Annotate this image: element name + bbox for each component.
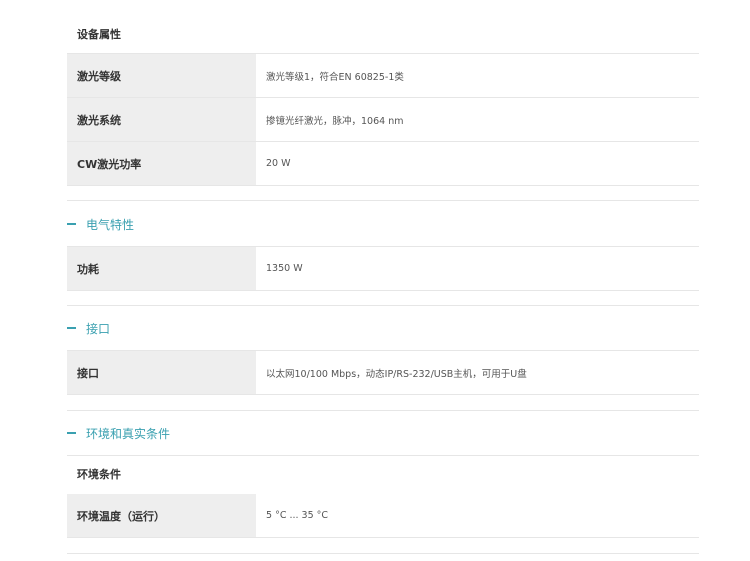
spec-value: 1350 W	[266, 263, 303, 274]
spec-value: 以太网10/100 Mbps，动态IP/RS-232/USB主机，可用于U盘	[266, 368, 527, 380]
spec-value: 20 W	[266, 158, 291, 169]
spec-row-power-consumption: 功耗 1350 W	[67, 247, 699, 291]
spec-value: 5 °C ... 35 °C	[266, 510, 329, 521]
environment-conditions-heading: 环境条件	[77, 468, 121, 481]
spec-row-cw-power: CW激光功率 20 W	[67, 142, 699, 186]
device-properties-heading: 设备属性	[77, 28, 121, 41]
spec-label: 环境温度（运行）	[67, 494, 256, 537]
section-title: 环境和真实条件	[86, 426, 171, 441]
spec-label: 接口	[67, 351, 256, 394]
section-toggle-electrical[interactable]: 电气特性	[67, 214, 134, 234]
divider	[67, 200, 699, 201]
section-title: 电气特性	[86, 217, 135, 232]
spec-label: 激光系统	[67, 98, 256, 141]
minus-icon	[67, 223, 76, 225]
minus-icon	[67, 327, 76, 329]
spec-page: 设备属性 激光等级 激光等级1，符合EN 60825-1类 激光系统 掺镱光纤激…	[0, 0, 750, 561]
section-toggle-interface[interactable]: 接口	[67, 318, 110, 338]
minus-icon	[67, 432, 76, 434]
spec-value: 激光等级1，符合EN 60825-1类	[266, 71, 404, 83]
spec-row-ambient-temperature: 环境温度（运行） 5 °C ... 35 °C	[67, 494, 699, 538]
divider	[67, 553, 699, 554]
spec-label: CW激光功率	[67, 142, 256, 185]
divider	[67, 455, 699, 456]
section-toggle-environment[interactable]: 环境和真实条件	[67, 423, 170, 443]
spec-label: 功耗	[67, 247, 256, 290]
spec-row-laser-class: 激光等级 激光等级1，符合EN 60825-1类	[67, 54, 699, 98]
spec-row-laser-system: 激光系统 掺镱光纤激光，脉冲，1064 nm	[67, 98, 699, 142]
spec-label: 激光等级	[67, 54, 256, 97]
spec-value: 掺镱光纤激光，脉冲，1064 nm	[266, 115, 404, 127]
spec-row-interface: 接口 以太网10/100 Mbps，动态IP/RS-232/USB主机，可用于U…	[67, 351, 699, 395]
divider	[67, 410, 699, 411]
section-title: 接口	[86, 321, 111, 336]
divider	[67, 305, 699, 306]
